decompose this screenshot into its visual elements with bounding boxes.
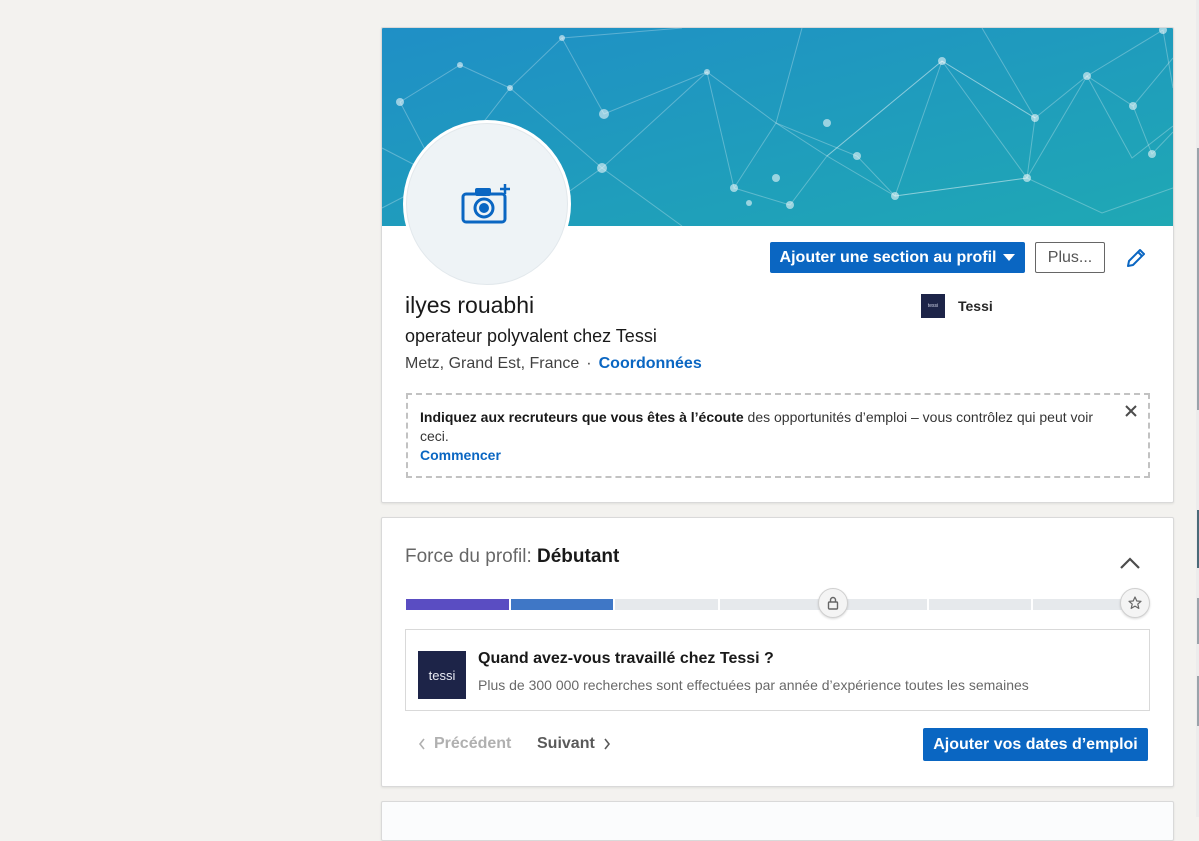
profile-location: Metz, Grand Est, France <box>405 355 580 372</box>
close-icon[interactable] <box>1124 404 1138 418</box>
profile-location-line: Metz, Grand Est, France · Coordonnées <box>405 355 702 373</box>
strength-meter-segment <box>719 599 823 610</box>
chevron-up-icon[interactable] <box>1119 556 1141 570</box>
profile-strength-card: Force du profil: Débutant tessi Quand av… <box>381 517 1174 787</box>
start-link[interactable]: Commencer <box>420 446 1108 465</box>
strength-meter-segment <box>406 599 509 610</box>
profile-strength-meter <box>406 599 1136 610</box>
contact-info-link[interactable]: Coordonnées <box>599 355 702 372</box>
profile-photo-placeholder[interactable] <box>406 123 568 285</box>
pencil-icon[interactable] <box>1124 246 1148 270</box>
previous-button[interactable]: Précédent <box>418 735 511 753</box>
strength-meter-segment <box>510 599 614 610</box>
previous-label: Précédent <box>434 735 512 752</box>
profile-headline: operateur polyvalent chez Tessi <box>405 326 657 346</box>
lock-icon <box>827 596 839 610</box>
company-name-link[interactable]: Tessi <box>958 298 993 314</box>
chevron-right-icon <box>604 738 610 750</box>
star-milestone <box>1120 588 1150 618</box>
camera-plus-icon <box>461 184 510 224</box>
strength-meter-segment <box>615 599 718 610</box>
lock-milestone <box>818 588 848 618</box>
add-profile-section-button[interactable]: Ajouter une section au profil <box>770 242 1025 273</box>
company-logo-text: tessi <box>927 303 939 309</box>
strength-meter-segment <box>928 599 1032 610</box>
suggestion-subtitle: Plus de 300 000 recherches sont effectué… <box>478 677 1029 693</box>
star-icon <box>1128 596 1142 609</box>
open-to-work-banner: Indiquez aux recruteurs que vous êtes à … <box>406 393 1150 478</box>
next-button[interactable]: Suivant <box>537 735 611 753</box>
separator-dot: · <box>586 355 592 372</box>
company-logo[interactable]: tessi <box>921 294 945 318</box>
profile-name: ilyes rouabhi <box>405 292 535 318</box>
suggestion-title: Quand avez-vous travaillé chez Tessi ? <box>478 650 774 667</box>
next-label: Suivant <box>537 735 595 752</box>
tessi-logo: tessi <box>418 651 466 699</box>
chevron-left-icon <box>418 738 425 750</box>
next-section-card <box>381 801 1174 841</box>
profile-strength-level: Débutant <box>537 546 620 567</box>
profile-strength-label: Force du profil: <box>405 546 532 567</box>
add-profile-section-label: Ajouter une section au profil <box>779 248 997 266</box>
caret-down-icon <box>1003 254 1016 261</box>
open-to-work-bold-text: Indiquez aux recruteurs que vous êtes à … <box>420 409 744 425</box>
profile-top-card: Ajouter une section au profil Plus... il… <box>381 27 1174 503</box>
profile-strength-title: Force du profil: Débutant <box>405 546 619 568</box>
suggestion-card[interactable]: tessi Quand avez-vous travaillé chez Tes… <box>405 629 1150 711</box>
add-employment-dates-button[interactable]: Ajouter vos dates d’emploi <box>923 728 1148 761</box>
more-button[interactable]: Plus... <box>1035 242 1105 273</box>
